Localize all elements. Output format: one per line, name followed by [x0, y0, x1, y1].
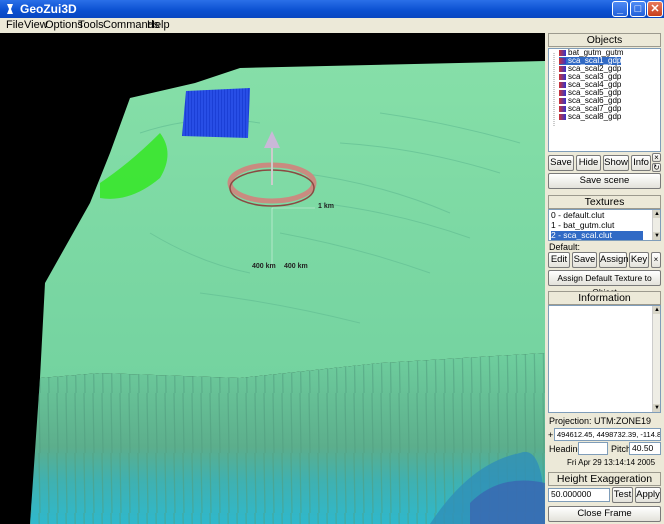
terrain-icon — [559, 49, 566, 56]
scallop-icon — [559, 73, 566, 80]
title-bar[interactable]: GeoZui3D _ □ ✕ — [0, 0, 664, 18]
scroll-down-icon[interactable]: ▼ — [653, 232, 660, 240]
texture-key-button[interactable]: Key — [629, 252, 649, 268]
object-item[interactable]: sca_scal8_gdp — [559, 113, 621, 121]
default-label: Default: — [549, 242, 581, 252]
texture-delete-button[interactable]: × — [651, 252, 661, 268]
texture-item[interactable]: 0 - default.clut — [551, 211, 643, 220]
object-save-button[interactable]: Save — [548, 155, 574, 171]
object-delete-button[interactable]: × — [652, 153, 661, 162]
object-hide-button[interactable]: Hide — [576, 155, 601, 171]
objects-list[interactable]: bat_gutm_gutm sca_scal1_gdp sca_scal2_gd… — [548, 48, 661, 152]
information-scrollbar[interactable]: ▲ ▼ — [652, 306, 660, 412]
mark-label-right: 400 km — [284, 263, 308, 270]
scallop-icon — [559, 89, 566, 96]
texture-item[interactable]: 2 - sca_scal.clut — [551, 231, 643, 240]
scroll-up-icon[interactable]: ▲ — [653, 306, 660, 314]
assign-default-texture-button[interactable]: Assign Default Texture to Object — [548, 270, 661, 297]
height-exaggeration-field[interactable]: 50.000000 — [548, 488, 610, 502]
mark-label-left: 400 km — [252, 263, 276, 270]
scallop-icon — [559, 65, 566, 72]
scallop-icon — [559, 113, 566, 120]
refresh-icon[interactable]: ↻ — [652, 163, 661, 172]
height-test-button[interactable]: Test — [612, 487, 633, 503]
terrain-scene — [30, 61, 545, 524]
close-window-button[interactable]: ✕ — [647, 1, 663, 17]
menu-file[interactable]: File — [6, 19, 24, 31]
menu-tools[interactable]: Tools — [78, 19, 104, 31]
pitch-field[interactable]: 40.50 — [629, 442, 661, 455]
timestamp-label: Fri Apr 29 13:14:14 2005 — [567, 458, 656, 467]
information-header: Information — [548, 291, 661, 305]
window-title: GeoZui3D — [20, 2, 77, 16]
menu-help[interactable]: Help — [147, 19, 170, 31]
texture-edit-button[interactable]: Edit — [548, 252, 570, 268]
object-show-button[interactable]: Show — [603, 155, 629, 171]
scallop-icon — [559, 105, 566, 112]
objects-header: Objects — [548, 33, 661, 47]
minimize-button[interactable]: _ — [612, 1, 628, 17]
height-exaggeration-header: Height Exaggeration — [548, 472, 661, 486]
texture-assign-button[interactable]: Assign — [599, 252, 629, 268]
seafloor-top-surface — [40, 61, 545, 378]
scallop-icon — [559, 81, 566, 88]
menu-bar: File View Options Tools Commands Help — [0, 18, 664, 32]
projection-label: Projection: UTM:ZONE19 — [549, 416, 652, 426]
maximize-button[interactable]: □ — [630, 1, 646, 17]
coordinates-field[interactable]: 494612.45, 4498732.39, -114.86 — [554, 428, 661, 441]
information-box[interactable]: ▲ ▼ — [548, 305, 661, 413]
textures-list[interactable]: 0 - default.clut 1 - bat_gutm.clut 2 - s… — [548, 209, 661, 241]
texture-save-button[interactable]: Save — [572, 252, 597, 268]
textures-header: Textures — [548, 195, 661, 209]
scroll-up-icon[interactable]: ▲ — [653, 210, 660, 218]
texture-item[interactable]: 1 - bat_gutm.clut — [551, 221, 643, 230]
pitch-label: Pitch — [611, 444, 632, 454]
height-apply-button[interactable]: Apply — [635, 487, 661, 503]
app-icon — [7, 4, 13, 14]
scallop-icon — [559, 57, 566, 64]
textures-scrollbar[interactable]: ▲ ▼ — [652, 210, 660, 240]
scallop-survey-grid — [182, 88, 250, 138]
save-scene-button[interactable]: Save scene — [548, 173, 661, 189]
coords-expand-icon[interactable]: + — [548, 430, 553, 440]
scallop-icon — [559, 97, 566, 104]
scale-label: 1 km — [318, 203, 334, 210]
3d-viewport[interactable]: 1 km 400 km 400 km — [0, 33, 545, 524]
close-frame-button[interactable]: Close Frame — [548, 506, 661, 522]
scroll-down-icon[interactable]: ▼ — [653, 404, 660, 412]
object-info-button[interactable]: Info — [631, 155, 651, 171]
heading-field[interactable] — [578, 442, 608, 455]
control-panel: Objects bat_gutm_gutm sca_scal1_gdp sca_… — [545, 33, 664, 524]
